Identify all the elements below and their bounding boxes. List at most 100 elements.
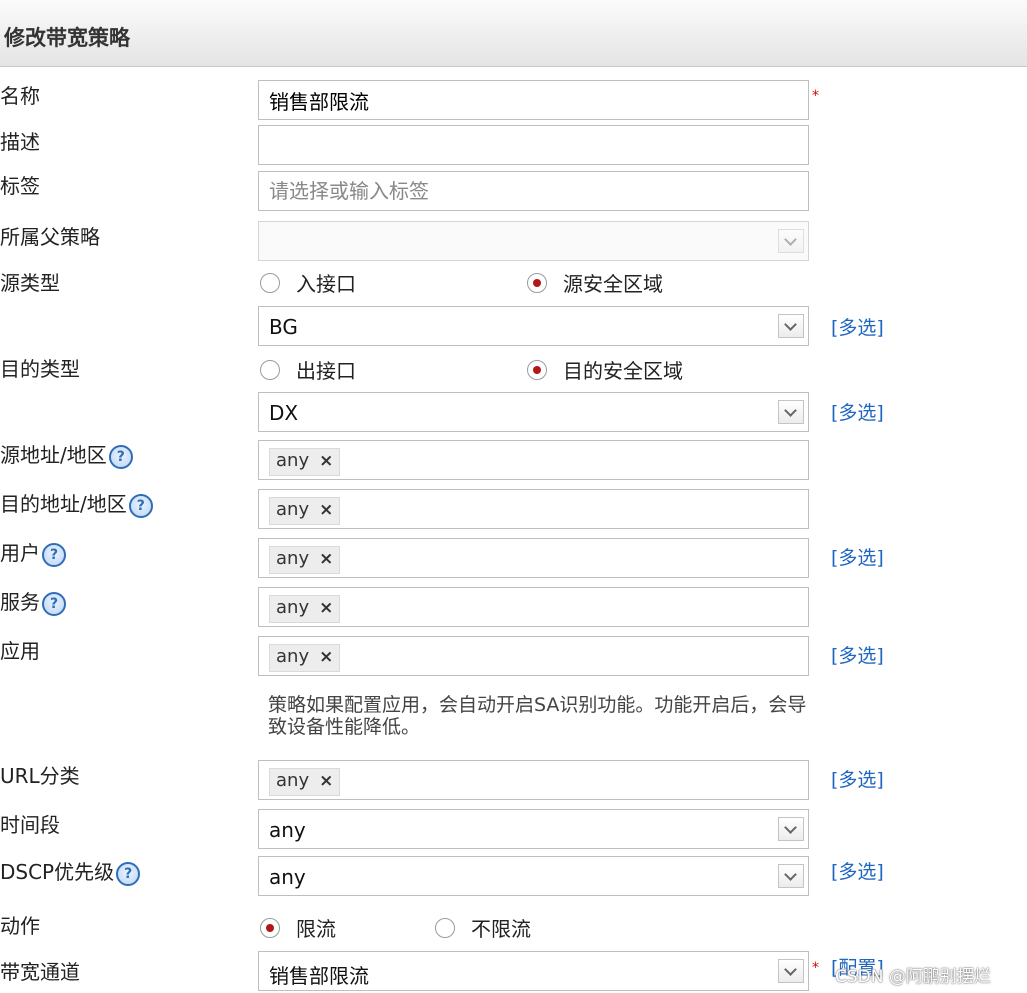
radio-no-limit[interactable]: 不限流 — [435, 913, 531, 942]
service-label: 服务? — [0, 590, 66, 616]
remove-tag-icon[interactable]: × — [319, 598, 333, 618]
user-label: 用户? — [0, 541, 66, 567]
dest-address-label-text: 目的地址/地区 — [0, 492, 127, 516]
application-field[interactable]: any × — [258, 636, 809, 676]
application-label: 应用 — [0, 639, 40, 663]
help-icon[interactable]: ? — [42, 543, 66, 567]
bandwidth-channel-value: 销售部限流 — [269, 964, 369, 988]
url-category-field[interactable]: any × — [258, 760, 809, 800]
radio-circle-icon — [260, 359, 280, 380]
help-icon[interactable]: ? — [128, 494, 153, 518]
action-label: 动作 — [0, 914, 40, 938]
help-icon[interactable]: ? — [108, 445, 133, 469]
description-field[interactable] — [258, 125, 809, 165]
source-zone-multi-select-link[interactable]: [多选] — [831, 313, 884, 340]
remove-tag-icon[interactable]: × — [319, 500, 333, 520]
application-hint: 策略如果配置应用，会自动开启SA识别功能。功能开启后，会导致设备性能降低。 — [268, 694, 807, 738]
application-multi-select-link[interactable]: [多选] — [831, 641, 884, 668]
radio-circle-icon — [260, 272, 280, 293]
source-address-label: 源地址/地区? — [0, 443, 133, 469]
remove-tag-icon[interactable]: × — [319, 549, 333, 569]
parent-policy-select — [258, 221, 809, 261]
tag-chip: any × — [269, 448, 341, 476]
dscp-select[interactable]: any — [258, 856, 809, 896]
radio-source-zone[interactable]: 源安全区域 — [527, 268, 663, 297]
description-input[interactable] — [259, 126, 808, 164]
watermark: CSDN @阿鹏别摆烂 — [835, 967, 991, 987]
source-address-field[interactable]: any × — [258, 440, 809, 480]
radio-label: 入接口 — [296, 272, 356, 296]
radio-label: 出接口 — [296, 359, 356, 383]
chevron-down-icon[interactable] — [778, 314, 804, 338]
dest-type-label: 目的类型 — [0, 357, 80, 381]
time-range-label: 时间段 — [0, 813, 60, 837]
help-icon[interactable]: ? — [116, 862, 141, 886]
tag-chip: any × — [269, 497, 341, 525]
radio-limit[interactable]: 限流 — [260, 913, 336, 942]
tag-chip: any × — [269, 768, 341, 796]
radio-egress-interface[interactable]: 出接口 — [260, 355, 356, 384]
dscp-value: any — [269, 865, 306, 889]
user-label-text: 用户 — [0, 541, 40, 565]
source-type-label: 源类型 — [0, 271, 60, 295]
radio-circle-icon — [435, 917, 455, 938]
radio-selected-icon — [260, 917, 280, 938]
dscp-multi-select-link[interactable]: [多选] — [831, 857, 884, 884]
dest-zone-multi-select-link[interactable]: [多选] — [831, 398, 884, 425]
user-field[interactable]: any × — [258, 538, 809, 578]
required-mark: * — [812, 88, 819, 104]
tag-text: any — [276, 646, 310, 667]
chevron-down-icon[interactable] — [778, 864, 804, 888]
url-category-label: URL分类 — [0, 764, 80, 788]
parent-policy-label: 所属父策略 — [0, 225, 100, 249]
tags-input[interactable] — [259, 172, 808, 210]
radio-label: 不限流 — [471, 917, 531, 941]
tag-text: any — [276, 450, 310, 471]
tag-text: any — [276, 770, 310, 791]
chevron-down-icon[interactable] — [778, 400, 804, 424]
tag-chip: any × — [269, 595, 341, 623]
chevron-down-icon[interactable] — [778, 959, 804, 983]
chevron-down-icon[interactable] — [778, 817, 804, 841]
service-label-text: 服务 — [0, 590, 40, 614]
dscp-label: DSCP优先级? — [0, 860, 141, 886]
dest-address-label: 目的地址/地区? — [0, 492, 153, 518]
name-field[interactable] — [258, 80, 809, 120]
tag-text: any — [276, 499, 310, 520]
tag-chip: any × — [269, 644, 341, 672]
radio-dest-zone[interactable]: 目的安全区域 — [527, 355, 683, 384]
bandwidth-channel-label: 带宽通道 — [0, 960, 80, 984]
page-header: 修改带宽策略 — [0, 0, 1027, 67]
dest-zone-select[interactable]: DX — [258, 392, 809, 432]
remove-tag-icon[interactable]: × — [319, 647, 333, 667]
chevron-down-icon — [778, 229, 804, 253]
source-zone-value: BG — [269, 315, 298, 339]
source-address-label-text: 源地址/地区 — [0, 443, 107, 467]
bandwidth-channel-select[interactable]: 销售部限流 — [258, 951, 809, 991]
radio-selected-icon — [527, 272, 547, 293]
user-multi-select-link[interactable]: [多选] — [831, 543, 884, 570]
remove-tag-icon[interactable]: × — [319, 451, 333, 471]
source-zone-select[interactable]: BG — [258, 306, 809, 346]
page-title: 修改带宽策略 — [4, 26, 130, 50]
time-range-value: any — [269, 818, 306, 842]
time-range-select[interactable]: any — [258, 809, 809, 849]
radio-label: 限流 — [296, 917, 336, 941]
required-mark: * — [812, 960, 819, 976]
radio-label: 目的安全区域 — [563, 359, 683, 383]
remove-tag-icon[interactable]: × — [319, 771, 333, 791]
name-label: 名称 — [0, 84, 40, 108]
dest-zone-value: DX — [269, 401, 299, 425]
tags-field[interactable] — [258, 171, 809, 211]
tag-text: any — [276, 548, 310, 569]
radio-label: 源安全区域 — [563, 272, 663, 296]
radio-ingress-interface[interactable]: 入接口 — [260, 268, 356, 297]
tag-chip: any × — [269, 546, 341, 574]
dest-address-field[interactable]: any × — [258, 489, 809, 529]
name-input[interactable] — [259, 81, 808, 119]
url-category-multi-select-link[interactable]: [多选] — [831, 765, 884, 792]
dscp-label-text: DSCP优先级 — [0, 860, 115, 884]
help-icon[interactable]: ? — [42, 592, 66, 616]
service-field[interactable]: any × — [258, 587, 809, 627]
tag-text: any — [276, 597, 310, 618]
